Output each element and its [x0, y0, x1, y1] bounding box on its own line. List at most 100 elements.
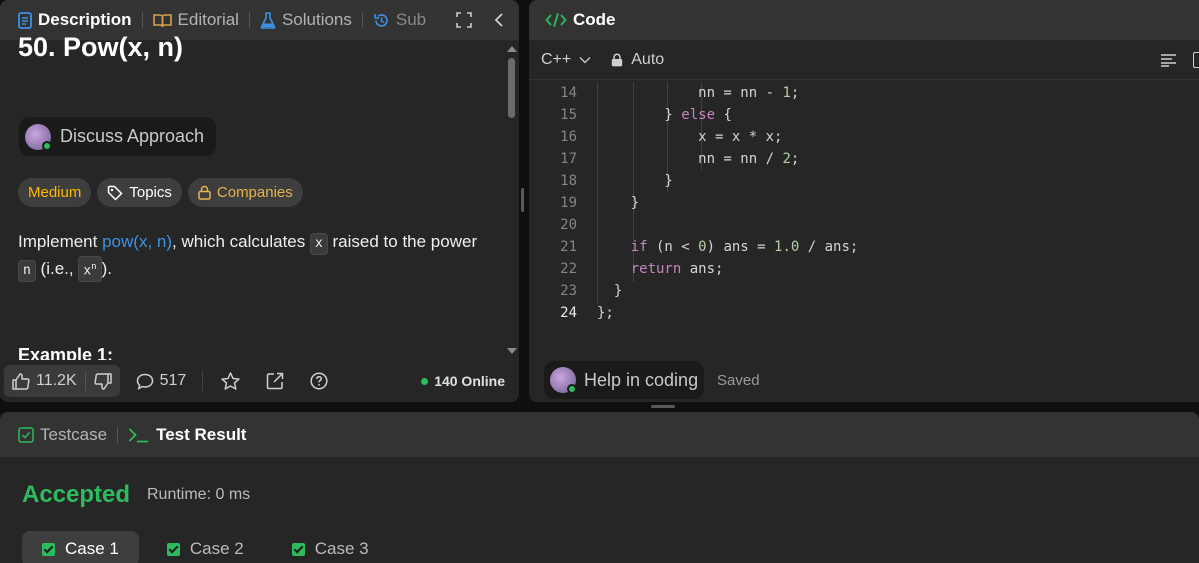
code-text: } [597, 173, 673, 189]
line-number: 20 [560, 217, 577, 233]
test-tabbar: Testcase Test Result [0, 412, 1199, 457]
case-tab-1[interactable]: Case 1 [22, 531, 139, 563]
code-text: nn = nn - 1; [597, 85, 800, 101]
test-panel: Testcase Test Result Accepted Runtime: 0… [0, 412, 1199, 563]
tab-divider [361, 12, 363, 28]
code-text: }; [597, 305, 614, 321]
tab-description[interactable]: Description [14, 10, 136, 30]
tab-divider [248, 12, 250, 28]
tag-pills: Medium Topics Companies [18, 178, 303, 207]
footer-divider [202, 371, 204, 391]
code-text: return ans; [630, 261, 724, 277]
tab-code[interactable]: Code [541, 10, 620, 30]
tab-description-label: Description [38, 10, 132, 29]
tab-editorial[interactable]: Editorial [149, 10, 243, 30]
pow-link[interactable]: pow(x, n) [102, 232, 172, 251]
tab-divider [141, 12, 143, 28]
discuss-approach-label: Discuss Approach [60, 126, 205, 146]
code-toolbar: C++ Auto [529, 40, 1199, 80]
statement-text: raised to the power [327, 232, 478, 251]
history-icon [373, 12, 390, 29]
help-in-coding-button[interactable]: Help in coding [544, 361, 705, 399]
panel-edge-icon[interactable] [1193, 52, 1199, 68]
lock-icon [611, 53, 623, 67]
online-indicator: 140 Online [421, 373, 505, 389]
code-brackets-icon [545, 12, 567, 28]
like-button[interactable]: 11.2K [4, 365, 85, 397]
star-icon[interactable] [221, 372, 241, 390]
inline-code-n: n [18, 260, 36, 282]
statement-text: (i.e., [35, 259, 79, 278]
tab-test-result[interactable]: Test Result [124, 425, 250, 445]
check-icon [291, 542, 305, 556]
format-lines-icon[interactable] [1160, 53, 1177, 67]
inline-code-x: x [309, 233, 328, 255]
tab-submissions[interactable]: Sub [369, 10, 430, 30]
scroll-up-arrow-icon[interactable] [507, 46, 517, 52]
code-tabbar: Code [529, 0, 1199, 40]
code-text: nn = nn / 2; [597, 151, 800, 167]
case-tab-3[interactable]: Case 3 [272, 531, 389, 563]
checkbox-icon [18, 426, 34, 443]
avatar [25, 123, 52, 151]
tab-testcase[interactable]: Testcase [14, 425, 111, 445]
problem-title: 50. Pow(x, n) [18, 32, 184, 62]
comments-button[interactable]: 517 [136, 372, 187, 390]
lock-icon [198, 185, 211, 200]
line-number: 15 [560, 107, 577, 123]
description-panel: Description Editorial Solutions Sub 50. … [0, 0, 519, 402]
line-number: 23 [560, 283, 577, 299]
line-number: 22 [560, 261, 577, 277]
language-select[interactable]: C++ [541, 51, 591, 69]
case-label: Case 2 [189, 539, 244, 558]
tab-submissions-label: Sub [395, 10, 427, 29]
statement-text: , which calculates [172, 232, 310, 251]
case-label: Case 3 [314, 539, 369, 558]
vertical-resize-handle[interactable] [521, 188, 524, 212]
online-status-dot [567, 384, 577, 394]
help-in-coding-label: Help in coding [584, 369, 699, 390]
description-scroll-thumb[interactable] [508, 58, 515, 118]
code-editor[interactable]: 14 nn = nn - 1; 15 } else {16 x = x * x; 1… [529, 82, 1199, 332]
check-icon [42, 542, 55, 556]
line-number: 17 [560, 151, 577, 167]
code-text: x = x * x; [597, 129, 783, 145]
like-count: 11.2K [36, 372, 77, 389]
companies-button[interactable]: Companies [187, 178, 303, 207]
code-panel: Code C++ Auto 14 nn = nn - 1; 15 } else {… [529, 0, 1199, 402]
line-number: 21 [560, 239, 577, 255]
scroll-down-arrow-icon[interactable] [507, 348, 517, 354]
tab-solutions-label: Solutions [281, 10, 352, 29]
share-icon[interactable] [266, 372, 284, 390]
line-number: 18 [560, 173, 577, 189]
description-footer: 11.2K 517 140 Online [0, 360, 519, 402]
collapse-chevron-left-icon[interactable] [494, 12, 504, 28]
comment-count: 517 [159, 372, 187, 389]
case-tab-2[interactable]: Case 2 [147, 531, 264, 563]
code-text: if (n < 0) ans = 1.0 / ans; [630, 239, 859, 255]
case-tabs: Case 1 Case 2 Case 3 [22, 531, 389, 563]
difficulty-label: Medium [28, 184, 82, 201]
discuss-approach-button[interactable]: Discuss Approach [19, 117, 217, 156]
topics-button[interactable]: Topics [97, 178, 182, 207]
runtime-text: Runtime: 0 ms [147, 486, 251, 503]
horizontal-resize-handle[interactable] [651, 405, 675, 408]
maximize-icon[interactable] [456, 12, 472, 28]
tab-test-result-label: Test Result [156, 424, 247, 444]
help-icon[interactable] [310, 372, 328, 390]
document-icon [18, 11, 32, 29]
dislike-button[interactable] [86, 365, 120, 397]
result-status: Accepted [22, 481, 131, 508]
tab-editorial-label: Editorial [177, 10, 239, 29]
thumbs-down-icon [94, 372, 112, 390]
statement-text: Implement [18, 232, 103, 251]
difficulty-badge[interactable]: Medium [18, 178, 92, 207]
book-icon [152, 13, 172, 28]
thumbs-up-icon [12, 372, 30, 390]
line-number: 14 [560, 85, 577, 101]
chevron-down-icon [579, 56, 591, 64]
companies-label: Companies [216, 184, 293, 201]
tab-solutions[interactable]: Solutions [256, 10, 356, 30]
auto-mode[interactable]: Auto [611, 51, 664, 69]
case-label: Case 1 [65, 539, 119, 558]
